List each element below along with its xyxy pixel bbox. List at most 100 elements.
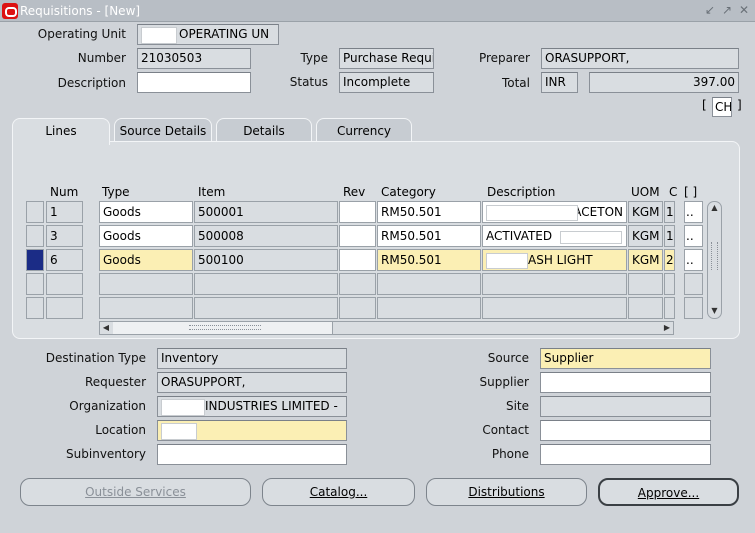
cell-description[interactable]: ACTIVATED xyxy=(482,225,627,247)
description-field[interactable] xyxy=(137,72,251,93)
empty-cell[interactable] xyxy=(684,297,703,319)
total-label: Total xyxy=(501,76,530,90)
subinventory-label: Subinventory xyxy=(66,447,146,461)
empty-cell[interactable] xyxy=(194,273,338,295)
cell-uom[interactable]: KGM xyxy=(628,201,663,223)
empty-cell[interactable] xyxy=(46,297,83,319)
outside-services-button[interactable]: Outside Services xyxy=(20,478,251,506)
preparer-field[interactable]: ORASUPPORT, xyxy=(541,48,739,69)
tab-currency[interactable]: Currency xyxy=(316,118,412,142)
empty-cell[interactable] xyxy=(339,273,376,295)
site-field[interactable] xyxy=(540,396,711,417)
bracket-open: [ xyxy=(702,98,707,112)
col-header-type: Type xyxy=(102,185,130,199)
col-header-num: Num xyxy=(50,185,79,199)
cell-qty[interactable]: 1 xyxy=(664,201,675,223)
distributions-button[interactable]: Distributions xyxy=(426,478,587,506)
cell-category[interactable]: RM50.501 xyxy=(377,225,481,247)
empty-cell[interactable] xyxy=(482,273,627,295)
row-selector[interactable] xyxy=(26,273,44,295)
empty-cell[interactable] xyxy=(377,297,481,319)
cell-rev[interactable] xyxy=(339,225,376,247)
operating-unit-field[interactable]: OPERATING UN xyxy=(137,24,279,45)
scroll-up-icon[interactable]: ▲ xyxy=(710,203,719,213)
empty-cell[interactable] xyxy=(628,273,663,295)
scroll-thumb-grip[interactable] xyxy=(711,242,718,270)
description-label: Description xyxy=(57,76,126,90)
masked-region xyxy=(161,423,197,440)
scroll-down-icon[interactable]: ▼ xyxy=(710,306,719,316)
cell-type[interactable]: Goods xyxy=(99,225,193,247)
type-field[interactable]: Purchase Requi xyxy=(339,48,434,69)
cell-num[interactable]: 6 xyxy=(46,249,83,271)
cell-rev[interactable] xyxy=(339,201,376,223)
empty-cell[interactable] xyxy=(664,273,675,295)
horizontal-scrollbar[interactable]: ◀ ▶ xyxy=(99,321,674,335)
empty-cell[interactable] xyxy=(46,273,83,295)
cell-num[interactable]: 3 xyxy=(46,225,83,247)
cell-type[interactable]: Goods xyxy=(99,249,193,271)
destination-type-field[interactable]: Inventory xyxy=(157,348,347,369)
source-field[interactable]: Supplier xyxy=(540,348,711,369)
site-label: Site xyxy=(505,399,529,413)
empty-cell[interactable] xyxy=(482,297,627,319)
vertical-scrollbar[interactable]: ▲ ▼ xyxy=(707,201,722,319)
empty-cell[interactable] xyxy=(99,297,193,319)
supplier-field[interactable] xyxy=(540,372,711,393)
cell-item[interactable]: 500008 xyxy=(194,225,338,247)
cell-description-text: ASH LIGHT xyxy=(528,253,593,267)
cell-uom[interactable]: KGM xyxy=(628,249,663,271)
empty-cell[interactable] xyxy=(664,297,675,319)
cell-category[interactable]: RM50.501 xyxy=(377,201,481,223)
contact-field[interactable] xyxy=(540,420,711,441)
cell-num[interactable]: 1 xyxy=(46,201,83,223)
close-icon[interactable]: ✕ xyxy=(737,3,751,17)
row-selector[interactable] xyxy=(26,225,44,247)
cell-item[interactable]: 500001 xyxy=(194,201,338,223)
row-selector[interactable] xyxy=(26,297,44,319)
row-selector-current[interactable] xyxy=(26,249,44,271)
col-header-category: Category xyxy=(381,185,436,199)
cell-qty[interactable]: 2 xyxy=(664,249,675,271)
requester-label: Requester xyxy=(84,375,146,389)
tab-source-details[interactable]: Source Details xyxy=(114,118,212,142)
empty-cell[interactable] xyxy=(628,297,663,319)
cell-rev[interactable] xyxy=(339,249,376,271)
row-selector[interactable] xyxy=(26,201,44,223)
status-field[interactable]: Incomplete xyxy=(339,72,434,93)
organization-field[interactable]: INDUSTRIES LIMITED - xyxy=(157,396,347,417)
scroll-thumb[interactable] xyxy=(113,322,333,334)
maximize-icon[interactable]: ↗ xyxy=(720,3,734,17)
empty-cell[interactable] xyxy=(684,273,703,295)
cell-more-button[interactable]: .. xyxy=(684,201,703,223)
currency-field[interactable]: INR xyxy=(541,72,578,93)
requester-field[interactable]: ORASUPPORT, xyxy=(157,372,347,393)
tab-lines[interactable]: Lines xyxy=(12,118,110,145)
cell-more-button[interactable]: .. xyxy=(684,249,703,271)
location-field[interactable] xyxy=(157,420,347,441)
cell-description[interactable]: ASH LIGHT xyxy=(482,249,627,271)
number-field[interactable]: 21030503 xyxy=(137,48,251,69)
scroll-right-icon[interactable]: ▶ xyxy=(661,322,673,334)
cell-qty[interactable]: 1 xyxy=(664,225,675,247)
minimize-icon[interactable]: ↙ xyxy=(703,3,717,17)
cell-type[interactable]: Goods xyxy=(99,201,193,223)
phone-field[interactable] xyxy=(540,444,711,465)
total-field[interactable]: 397.00 xyxy=(589,72,739,93)
catalog-button[interactable]: Catalog... xyxy=(262,478,415,506)
empty-cell[interactable] xyxy=(339,297,376,319)
empty-cell[interactable] xyxy=(194,297,338,319)
empty-cell[interactable] xyxy=(377,273,481,295)
folder-field[interactable]: CH xyxy=(712,97,732,117)
scroll-left-icon[interactable]: ◀ xyxy=(100,322,112,334)
status-label: Status xyxy=(289,75,328,89)
subinventory-field[interactable] xyxy=(157,444,347,465)
cell-description[interactable]: ACETON xyxy=(482,201,627,223)
cell-item[interactable]: 500100 xyxy=(194,249,338,271)
tab-details[interactable]: Details xyxy=(216,118,312,142)
cell-more-button[interactable]: .. xyxy=(684,225,703,247)
empty-cell[interactable] xyxy=(99,273,193,295)
cell-uom[interactable]: KGM xyxy=(628,225,663,247)
cell-category[interactable]: RM50.501 xyxy=(377,249,481,271)
approve-button[interactable]: Approve... xyxy=(598,478,739,506)
